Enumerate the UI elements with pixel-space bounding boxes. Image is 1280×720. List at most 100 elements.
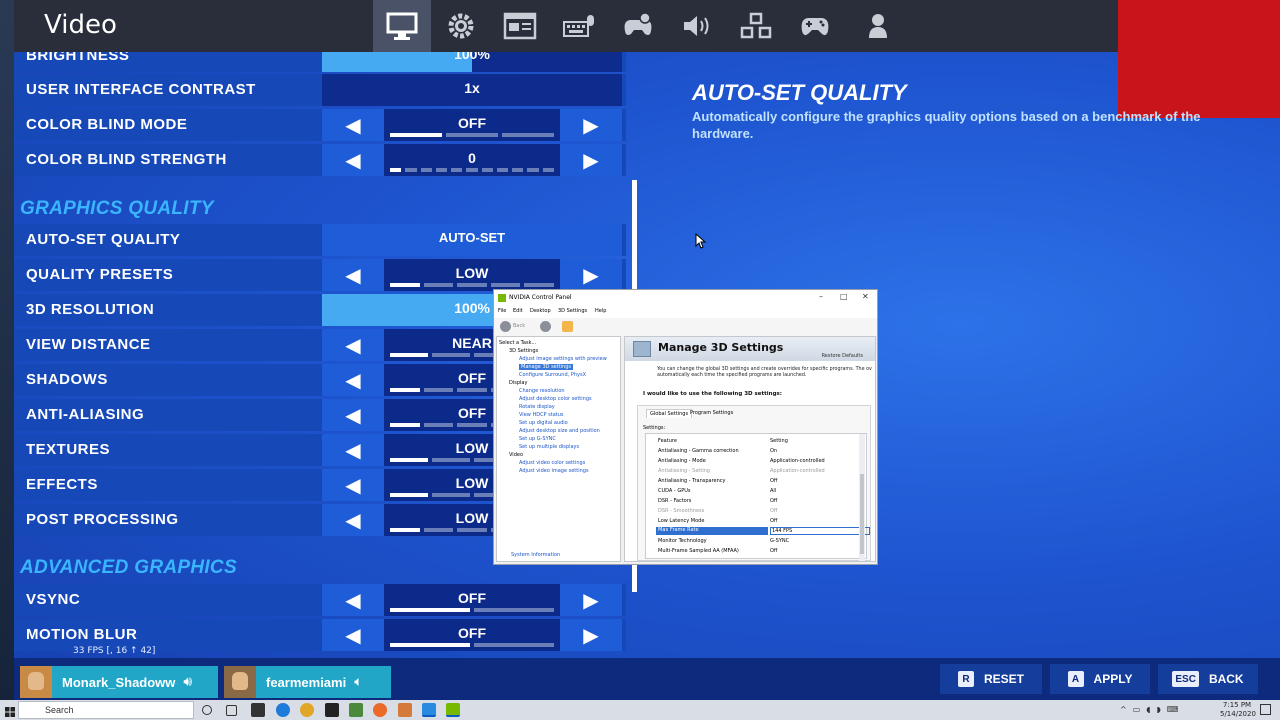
tree-link[interactable]: Adjust video color settings [519,460,585,466]
party-member[interactable]: fearmemiami 🔈︎ [224,666,391,698]
next-arrow-button[interactable]: ▶ [560,109,622,141]
tree-link[interactable]: Configure Surround, PhysX [519,372,586,378]
task-view-icon[interactable] [226,705,237,716]
next-arrow-button[interactable]: ▶ [560,619,622,651]
epic-games-icon[interactable] [325,703,339,717]
table-row[interactable]: Monitor Technology G-SYNC [646,536,866,546]
cortana-icon[interactable] [202,705,212,715]
taskbar-search[interactable]: Search [18,701,194,719]
tab-controller[interactable] [786,0,844,52]
setting-cell: Off [770,548,778,554]
page-title: Video [44,10,117,40]
clock[interactable]: 7:15 PM 5/14/2020 [1220,701,1256,719]
tree-link[interactable]: Adjust image settings with preview [519,356,607,362]
table-row[interactable]: Antialiasing - Mode Application-controlle… [646,456,866,466]
close-icon[interactable]: ✕ [862,292,869,301]
nvidia-taskbar-icon[interactable] [446,703,460,717]
tab-controller-settings[interactable] [609,0,667,52]
next-arrow-button[interactable]: ▶ [560,144,622,176]
table-scrollbar[interactable] [859,434,865,561]
table-row[interactable]: Multi-Frame Sampled AA (MFAA) Off [646,546,866,556]
prev-arrow-button[interactable]: ◀ [322,399,384,431]
window-titlebar[interactable]: NVIDIA Control Panel – □ ✕ [494,290,877,306]
tree-link[interactable]: Set up G-SYNC [519,436,556,442]
feature-cell: Max Frame Rate [656,527,768,535]
ui-contrast-slider[interactable]: 1x [322,74,622,106]
tab-audio[interactable] [668,0,726,52]
windows-start-icon[interactable] [5,704,15,717]
tree-link[interactable]: Set up digital audio [519,420,568,426]
table-row[interactable]: Antialiasing - Setting Application-contro… [646,466,866,476]
restore-defaults-link[interactable]: Restore Defaults [822,353,863,359]
top-bar: Video [14,0,1118,52]
party-member[interactable]: Monark_Shadoww 🔊︎ [20,666,218,698]
next-arrow-button[interactable]: ▶ [560,584,622,616]
tree-link[interactable]: Adjust desktop color settings [519,396,592,402]
tab-program-settings[interactable]: Program Settings [687,409,736,417]
tab-game-ui[interactable] [491,0,549,52]
prev-arrow-button[interactable]: ◀ [322,109,384,141]
fortnite-icon[interactable] [422,703,436,717]
tree-link[interactable]: Change resolution [519,388,565,394]
forward-icon[interactable] [540,321,551,332]
tab-accessibility[interactable] [727,0,785,52]
app-icon[interactable] [398,703,412,717]
menu-help[interactable]: Help [595,308,606,314]
tree-link[interactable]: Adjust video image settings [519,468,589,474]
table-row[interactable]: Antialiasing - Gamma correction On [646,446,866,456]
tree-link[interactable]: Rotate display [519,404,555,410]
brightness-slider[interactable]: 100% [322,52,622,72]
tree-link[interactable]: Manage 3D settings [519,364,574,370]
tree-group[interactable]: Video [509,452,523,458]
tab-global-settings[interactable]: Global Settings [646,409,693,418]
tree-group[interactable]: 3D Settings [509,348,538,354]
minecraft-icon[interactable] [349,703,363,717]
back-button[interactable]: ESC BACK [1158,664,1258,694]
tab-account[interactable] [849,0,907,52]
tab-video[interactable] [373,0,431,52]
prev-arrow-button[interactable]: ◀ [322,329,384,361]
menu-edit[interactable]: Edit [513,308,523,314]
chrome-icon[interactable] [300,703,314,717]
tab-keyboard-mouse[interactable] [550,0,608,52]
table-row[interactable]: DSR - Factors Off [646,496,866,506]
apply-button[interactable]: A APPLY [1050,664,1150,694]
minimize-icon[interactable]: – [819,292,823,301]
system-tray-icons[interactable]: ^▭◖◗⌨ [1120,705,1184,714]
prev-arrow-button[interactable]: ◀ [322,504,384,536]
prev-arrow-button[interactable]: ◀ [322,469,384,501]
system-information-link[interactable]: System Information [511,552,560,558]
edge-icon[interactable] [276,703,290,717]
column-setting: Setting [770,438,788,444]
store-icon[interactable] [251,703,265,717]
auto-set-button[interactable]: AUTO-SET [322,224,622,256]
menu-desktop[interactable]: Desktop [530,308,551,314]
table-row[interactable]: Max Frame Rate 144 FPS [646,526,870,536]
obs-icon[interactable] [373,703,387,717]
prev-arrow-button[interactable]: ◀ [322,434,384,466]
prev-arrow-button[interactable]: ◀ [322,364,384,396]
table-row[interactable]: DSR - Smoothness Off [646,506,866,516]
home-icon[interactable] [562,321,573,332]
notifications-icon[interactable] [1260,704,1271,715]
prev-arrow-button[interactable]: ◀ [322,259,384,291]
maximize-icon[interactable]: □ [840,292,848,301]
table-row[interactable]: CUDA - GPUs All [646,486,866,496]
table-row[interactable]: Antialiasing - Transparency Off [646,476,866,486]
prev-arrow-button[interactable]: ◀ [322,144,384,176]
reset-button[interactable]: R RESET [940,664,1042,694]
prev-arrow-button[interactable]: ◀ [322,619,384,651]
back-icon[interactable] [500,321,511,332]
menu-file[interactable]: File [498,308,506,314]
tree-group[interactable]: Display [509,380,527,386]
tree-link[interactable]: Set up multiple displays [519,444,579,450]
tab-game-settings[interactable] [432,0,490,52]
next-arrow-button[interactable]: ▶ [560,259,622,291]
desktop-icons-strip [0,0,14,700]
prev-arrow-button[interactable]: ◀ [322,584,384,616]
table-row[interactable]: Low Latency Mode Off [646,516,866,526]
menu-3d-settings[interactable]: 3D Settings [558,308,587,314]
tree-link[interactable]: Adjust desktop size and position [519,428,600,434]
tree-link[interactable]: View HDCP status [519,412,564,418]
nvidia-control-panel-window[interactable]: NVIDIA Control Panel – □ ✕ File Edit Des… [493,289,878,565]
